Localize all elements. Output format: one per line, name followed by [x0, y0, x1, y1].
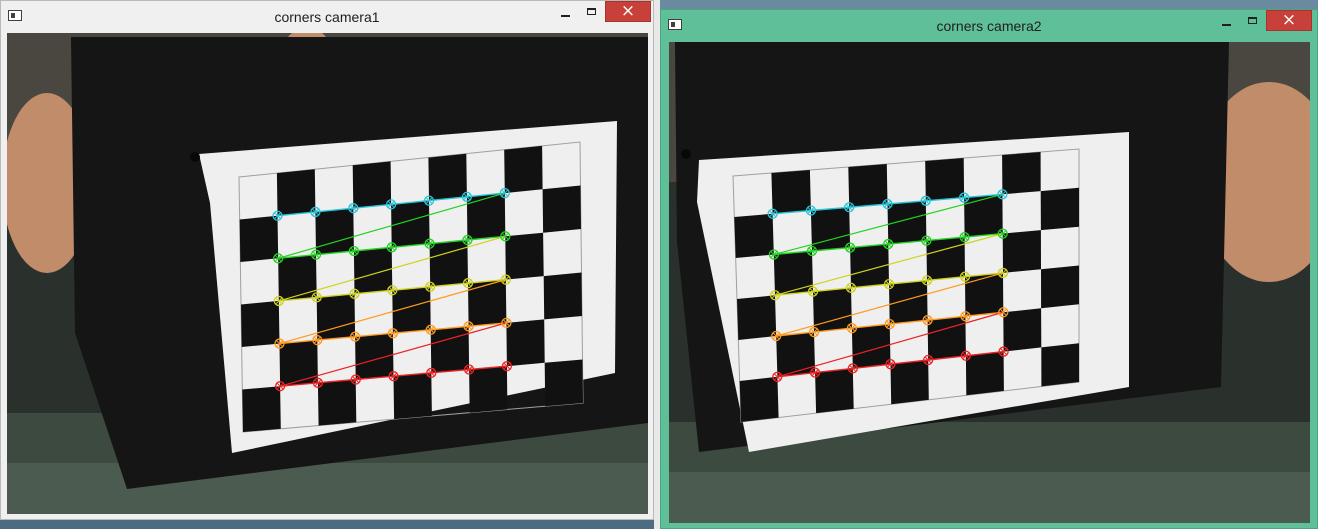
checker-square: [1041, 343, 1079, 387]
checker-square: [848, 164, 888, 208]
minimize-button[interactable]: [1212, 10, 1240, 31]
checker-square: [429, 240, 468, 287]
maximize-icon: [1248, 17, 1257, 24]
checker-square: [776, 332, 816, 377]
titlebar[interactable]: corners camera1 ×: [1, 1, 653, 33]
checker-square: [542, 185, 581, 233]
checker-square: [315, 208, 354, 255]
checker-square: [469, 366, 508, 413]
checker-square: [890, 360, 929, 405]
checker-square: [1041, 265, 1079, 309]
checker-square: [813, 287, 852, 333]
checker-square: [241, 300, 280, 347]
camera-view: [7, 33, 648, 514]
checker-square: [737, 295, 777, 340]
window-camera2[interactable]: corners camera2 ×: [660, 9, 1318, 529]
checker-square: [428, 153, 467, 201]
checker-square: [505, 232, 544, 280]
checker-square: [279, 340, 318, 387]
checker-square: [810, 207, 851, 251]
minimize-icon: [1221, 23, 1231, 26]
maximize-icon: [587, 8, 596, 15]
checker-square: [1002, 152, 1041, 195]
checker-square: [278, 254, 317, 301]
close-icon: ×: [620, 0, 636, 21]
checker-square: [239, 215, 279, 262]
checker-square: [276, 169, 316, 216]
checker-square: [734, 213, 774, 258]
minimize-button[interactable]: [551, 1, 579, 22]
checker-square: [815, 368, 854, 414]
checker-square: [926, 237, 965, 281]
checker-square: [965, 351, 1004, 396]
checker-square: [739, 376, 779, 422]
checker-square: [468, 279, 507, 327]
checker-square: [430, 326, 470, 373]
titlebar[interactable]: corners camera2 ×: [661, 10, 1317, 42]
board-bolt: [681, 149, 691, 159]
camera-view: [669, 42, 1310, 523]
checker-square: [242, 386, 281, 432]
checker-square: [317, 379, 357, 426]
checker-square: [925, 158, 965, 201]
camera-frame: [669, 42, 1310, 523]
checker-square: [964, 194, 1003, 238]
checker-square: [393, 372, 432, 420]
maximize-button[interactable]: [578, 1, 605, 22]
checker-square: [965, 272, 1004, 317]
close-button[interactable]: ×: [1266, 10, 1312, 31]
board-bolt: [190, 152, 200, 162]
checker-square: [1003, 308, 1042, 352]
floor-reflection: [7, 463, 648, 514]
checker-square: [504, 145, 543, 194]
close-icon: ×: [1281, 9, 1297, 30]
maximize-button[interactable]: [1239, 10, 1266, 31]
floor-reflection: [669, 472, 1310, 523]
checker-square: [466, 193, 506, 240]
checker-square: [544, 359, 583, 407]
window-camera1[interactable]: corners camera1 ×: [0, 0, 654, 520]
checker-square: [316, 293, 356, 341]
checker-square: [352, 161, 392, 209]
checker-square: [506, 319, 545, 367]
checker-square: [1040, 187, 1079, 231]
checker-square: [773, 251, 813, 296]
checker-square: [771, 170, 811, 214]
close-button[interactable]: ×: [605, 1, 651, 22]
camera-frame: [7, 33, 648, 514]
checker-square: [889, 280, 928, 325]
checker-square: [543, 272, 582, 320]
checker-square: [1002, 230, 1041, 273]
checker-square: [927, 316, 966, 360]
minimize-icon: [560, 14, 570, 17]
